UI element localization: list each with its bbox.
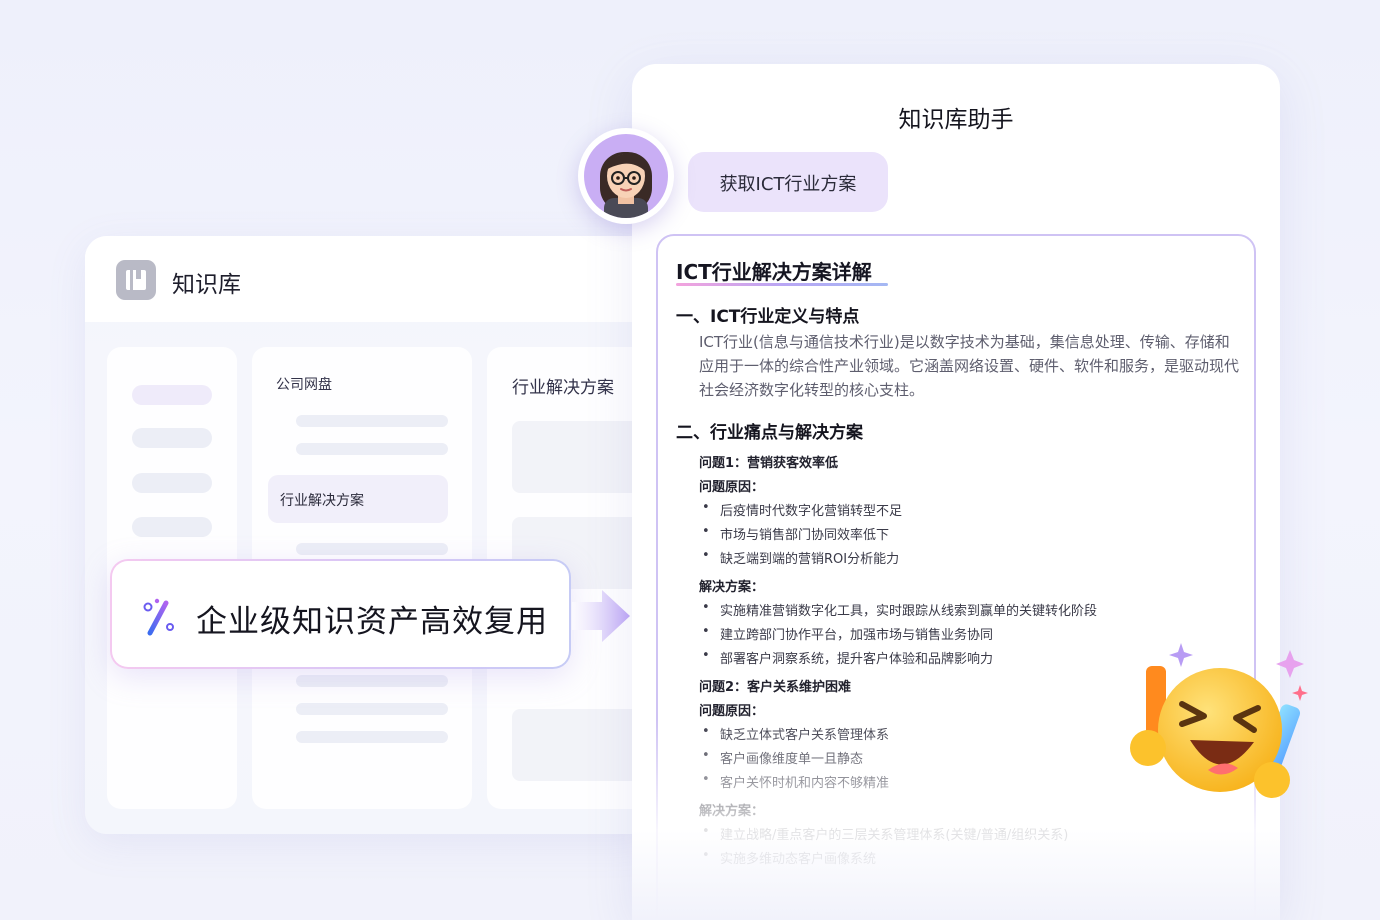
- magic-wand-icon: [143, 598, 174, 636]
- nav-placeholder[interactable]: [132, 517, 212, 537]
- user-avatar: [578, 128, 674, 224]
- folder-placeholder[interactable]: [296, 443, 448, 455]
- cause-label: 问题原因：: [699, 704, 765, 719]
- user-message-text: 获取ICT行业方案: [719, 174, 857, 195]
- knowledge-base-panel: 知识库 公司网盘 行业解决方案 行业解决方案: [85, 236, 660, 834]
- folder-placeholder[interactable]: [296, 543, 448, 555]
- title-underline: [676, 283, 888, 286]
- folder-root-label[interactable]: 公司网盘: [276, 374, 332, 394]
- callout-body: 企业级知识资产高效复用: [112, 561, 569, 667]
- nav-placeholder[interactable]: [132, 473, 212, 493]
- notebook-icon: [116, 260, 156, 300]
- folder-placeholder[interactable]: [296, 675, 448, 687]
- section-paragraph: ICT行业(信息与通信技术行业)是以数字技术为基础，集信息处理、传输、存储和应用…: [699, 333, 1240, 399]
- kb-title: 知识库: [172, 272, 241, 298]
- folder-item-label: 行业解决方案: [280, 493, 364, 509]
- avatar-illustration: [600, 152, 652, 218]
- solution-label: 解决方案：: [699, 804, 765, 819]
- assistant-title: 知识库助手: [898, 107, 1014, 133]
- answer-card: ICT行业解决方案详解 一、ICT行业定义与特点 ICT行业(信息与通信技术行业…: [656, 234, 1256, 920]
- answer-title: ICT行业解决方案详解: [676, 260, 872, 284]
- nav-placeholder-active[interactable]: [132, 385, 212, 405]
- list-item: 实施多维动态客户画像系统: [702, 848, 876, 867]
- section-heading: 二、行业痛点与解决方案: [676, 423, 863, 443]
- folder-placeholder[interactable]: [296, 731, 448, 743]
- callout-text: 企业级知识资产高效复用: [196, 604, 548, 640]
- folder-placeholder[interactable]: [296, 703, 448, 715]
- list-item: 实施精准营销数字化工具，实时跟踪从线索到赢单的关键转化阶段: [702, 600, 1097, 619]
- list-item: 缺乏端到端的营销ROI分析能力: [702, 548, 899, 567]
- folder-item-selected[interactable]: 行业解决方案: [268, 475, 448, 523]
- list-item: 缺乏立体式客户关系管理体系: [702, 724, 889, 743]
- problem-title: 问题2：客户关系维护困难: [699, 680, 852, 695]
- list-item: 后疫情时代数字化营销转型不足: [702, 500, 902, 519]
- laughing-emoji: [1130, 643, 1308, 798]
- kb-header: 知识库: [85, 236, 660, 322]
- list-item: 建立战略/重点客户的三层关系管理体系(关键/普通/组织关系): [702, 824, 1068, 843]
- list-item: 部署客户洞察系统，提升客户体验和品牌影响力: [702, 648, 993, 667]
- folder-placeholder[interactable]: [296, 415, 448, 427]
- section-heading: 一、ICT行业定义与特点: [676, 307, 860, 327]
- solution-label: 解决方案：: [699, 580, 765, 595]
- cause-label: 问题原因：: [699, 480, 765, 495]
- content-title: 行业解决方案: [512, 378, 614, 398]
- list-item: 建立跨部门协作平台，加强市场与销售业务协同: [702, 624, 993, 643]
- user-message-bubble: 获取ICT行业方案: [688, 152, 888, 212]
- list-item: 市场与销售部门协同效率低下: [702, 524, 889, 543]
- list-item: 客户画像维度单一且静态: [702, 748, 863, 767]
- feature-callout: 企业级知识资产高效复用: [110, 559, 571, 669]
- nav-placeholder[interactable]: [132, 428, 212, 448]
- problem-title: 问题1：营销获客效率低: [699, 456, 839, 471]
- list-item: 客户关怀时机和内容不够精准: [702, 772, 889, 791]
- arrow-right-icon: [572, 590, 630, 642]
